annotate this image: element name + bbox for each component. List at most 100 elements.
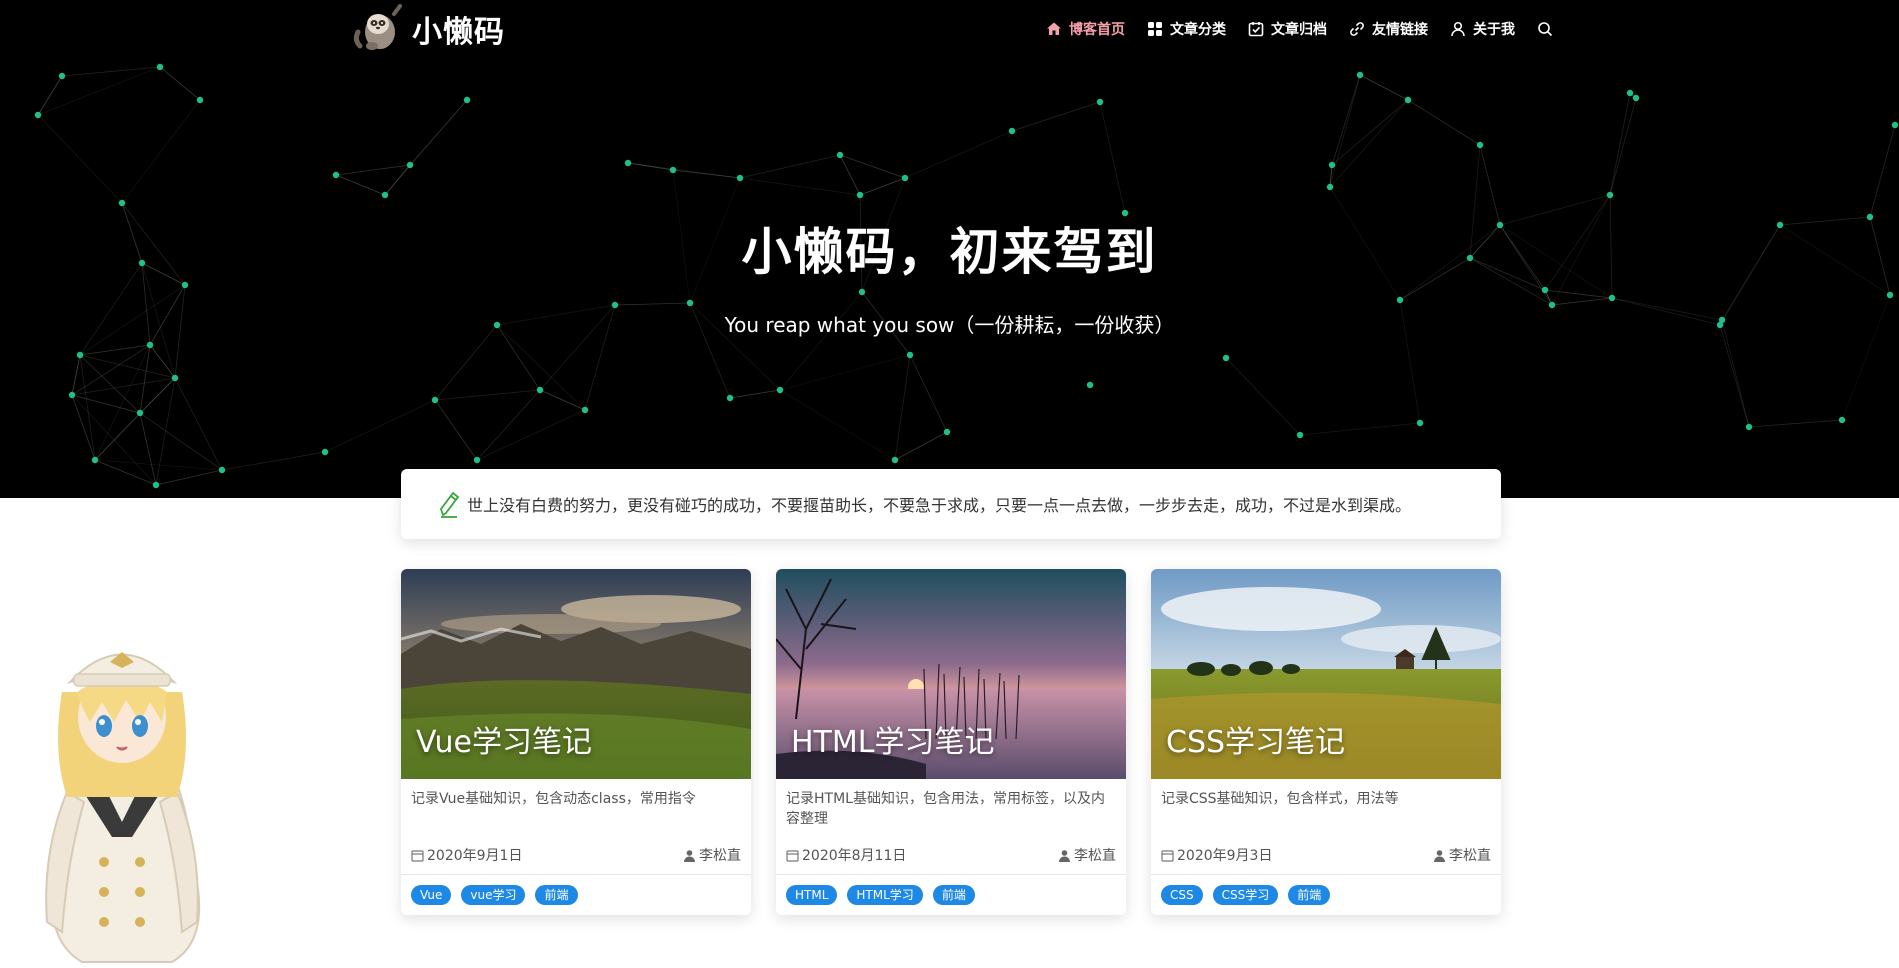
tag-badge[interactable]: 前端 <box>1288 885 1331 905</box>
network-link <box>139 412 223 471</box>
network-node <box>856 191 864 199</box>
network-node <box>1296 431 1304 439</box>
nav-item-about[interactable]: 关于我 <box>1450 19 1515 39</box>
tag-badge[interactable]: HTML <box>786 885 838 905</box>
network-link <box>539 389 586 411</box>
network-node <box>136 409 144 417</box>
tag-badge[interactable]: HTML学习 <box>847 885 923 905</box>
network-node <box>68 391 76 399</box>
article-date: 2020年9月1日 <box>411 845 522 865</box>
network-node <box>1886 291 1894 299</box>
tag-badge[interactable]: 前端 <box>932 885 975 905</box>
grid-icon <box>1148 22 1162 36</box>
network-node <box>776 386 784 394</box>
network-link <box>61 66 161 77</box>
network-link <box>779 354 911 391</box>
network-link <box>71 394 96 461</box>
article-title[interactable]: CSS学习笔记 <box>1166 717 1345 761</box>
tag-badge[interactable]: CSS学习 <box>1212 885 1279 905</box>
calendar-icon <box>786 849 799 862</box>
article-author-text: 李松直 <box>699 848 741 864</box>
search-icon <box>1538 22 1553 37</box>
article-card-vue[interactable]: Vue学习笔记 记录Vue基础知识，包含动态class，常用指令 2020年9月… <box>401 569 751 915</box>
tag-badge[interactable]: CSS <box>1161 885 1203 905</box>
network-node <box>118 199 126 207</box>
article-card-html[interactable]: HTML学习笔记 记录HTML基础知识，包含用法，常用标签，以及内容整理 202… <box>776 569 1126 915</box>
network-node <box>1626 89 1634 97</box>
article-title[interactable]: Vue学习笔记 <box>416 717 592 761</box>
network-link <box>71 377 176 396</box>
network-node <box>1541 286 1549 294</box>
network-link <box>739 154 841 179</box>
network-link <box>221 451 326 471</box>
nav-item-home[interactable]: 博客首页 <box>1046 19 1125 39</box>
network-link <box>155 469 223 486</box>
nav-item-label: 友情链接 <box>1372 22 1428 38</box>
article-author-text: 李松直 <box>1449 848 1491 864</box>
network-link <box>1299 422 1421 436</box>
network-link <box>37 114 123 204</box>
network-link <box>434 389 541 401</box>
pencil-icon <box>439 491 460 518</box>
hero-banner: 小懒码，初来驾到 You reap what you sow（一份耕耘，一份收获… <box>0 0 1899 498</box>
link-icon <box>1350 22 1364 36</box>
network-node <box>891 456 899 464</box>
tag-badge[interactable]: 前端 <box>535 885 578 905</box>
network-link <box>174 377 223 471</box>
motto-text: 世上没有白费的努力，更没有碰巧的成功，不要揠苗助长，不要急于求成，只要一点一点去… <box>467 496 1412 515</box>
search-button[interactable] <box>1537 21 1553 37</box>
article-cover-image[interactable]: CSS学习笔记 <box>1151 569 1501 779</box>
network-node <box>611 301 619 309</box>
network-link <box>37 75 63 116</box>
network-link <box>1551 297 1613 306</box>
article-cover-image[interactable]: HTML学习笔记 <box>776 569 1126 779</box>
network-node <box>156 63 164 71</box>
article-title[interactable]: HTML学习笔记 <box>791 717 994 761</box>
nav-item-friend-links[interactable]: 友情链接 <box>1349 19 1428 39</box>
nav-menu: 博客首页 文章分类 文章归档 友情链接 关于我 <box>1046 14 1553 44</box>
motto-card: 世上没有白费的努力，更没有碰巧的成功，不要揠苗助长，不要急于求成，只要一点一点去… <box>401 469 1501 539</box>
network-link <box>739 177 861 196</box>
network-link <box>476 389 541 461</box>
article-cover-image[interactable]: Vue学习笔记 <box>401 569 751 779</box>
nav-item-label: 关于我 <box>1473 22 1515 38</box>
network-node <box>1838 416 1846 424</box>
tag-badge[interactable]: Vue <box>411 885 452 905</box>
network-link <box>79 344 151 356</box>
network-link <box>904 130 1013 179</box>
network-node <box>321 448 329 456</box>
network-link <box>121 99 201 204</box>
card-divider <box>776 874 1126 875</box>
network-link <box>94 459 223 471</box>
network-node <box>1416 419 1424 427</box>
network-node <box>34 111 42 119</box>
article-description: 记录HTML基础知识，包含用法，常用标签，以及内容整理 <box>786 791 1105 827</box>
network-node <box>1396 296 1404 304</box>
tag-badge[interactable]: vue学习 <box>461 885 526 905</box>
network-link <box>1011 101 1101 132</box>
network-node <box>1891 121 1899 129</box>
network-node <box>332 171 340 179</box>
network-node <box>171 374 179 382</box>
network-node <box>1222 354 1230 362</box>
network-node <box>1866 213 1874 221</box>
article-card-css[interactable]: CSS学习笔记 记录CSS基础知识，包含样式，用法等 2020年9月3日 李松直… <box>1151 569 1501 915</box>
article-description: 记录CSS基础知识，包含样式，用法等 <box>1161 791 1399 807</box>
network-link <box>1479 144 1501 226</box>
network-node <box>218 466 226 474</box>
network-link <box>1225 357 1301 436</box>
network-link <box>1869 124 1896 218</box>
nav-item-archives[interactable]: 文章归档 <box>1248 19 1327 39</box>
article-tags: Vue vue学习 前端 <box>411 885 578 905</box>
network-node <box>1096 98 1104 106</box>
network-link <box>434 399 478 461</box>
network-node <box>473 456 481 464</box>
site-logo[interactable]: 小懒码 <box>350 2 505 56</box>
user-icon <box>1059 849 1070 862</box>
network-node <box>1608 294 1616 302</box>
nav-item-categories[interactable]: 文章分类 <box>1147 19 1226 39</box>
network-link <box>324 399 436 453</box>
network-node <box>381 191 389 199</box>
article-author: 李松直 <box>1433 845 1491 865</box>
network-node <box>1745 423 1753 431</box>
